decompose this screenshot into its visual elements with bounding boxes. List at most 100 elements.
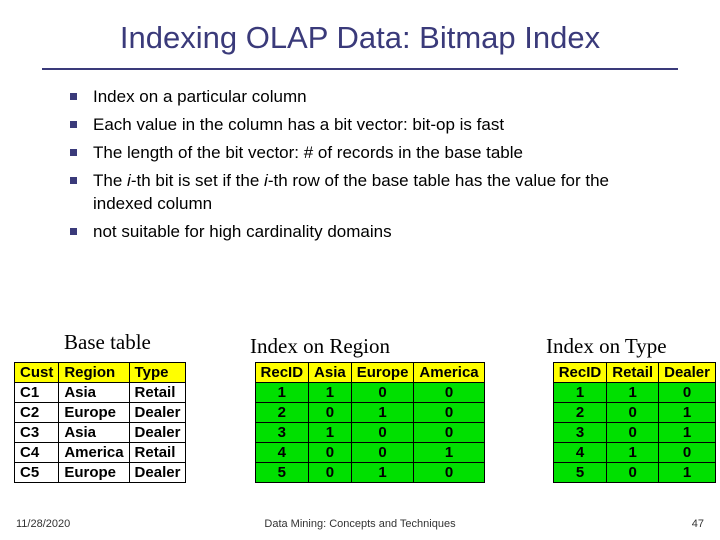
cell: C1 — [15, 383, 59, 403]
col-type: Type — [129, 363, 186, 383]
label-base-table: Base table — [64, 330, 151, 355]
cell: 1 — [351, 463, 414, 483]
cell: 1 — [255, 383, 309, 403]
col-asia: Asia — [309, 363, 352, 383]
cell: 4 — [553, 443, 607, 463]
table-row: 5 0 1 0 — [255, 463, 484, 483]
text-frag: The — [93, 171, 127, 190]
slide: Indexing OLAP Data: Bitmap Index Index o… — [0, 0, 720, 540]
cell: 3 — [553, 423, 607, 443]
cell: C3 — [15, 423, 59, 443]
bullet-item: not suitable for high cardinality domain… — [70, 221, 672, 244]
bullet-text: The length of the bit vector: # of recor… — [93, 142, 672, 165]
cell: 0 — [659, 383, 716, 403]
cell: 1 — [553, 383, 607, 403]
slide-title: Indexing OLAP Data: Bitmap Index — [0, 0, 720, 64]
footer-page: 47 — [692, 518, 704, 530]
table-header-row: RecID Retail Dealer — [553, 363, 715, 383]
bullet-icon — [70, 121, 77, 128]
bullet-text: not suitable for high cardinality domain… — [93, 221, 672, 244]
cell: 0 — [351, 383, 414, 403]
cell: 0 — [659, 443, 716, 463]
table-row: C5 Europe Dealer — [15, 463, 186, 483]
cell: Retail — [129, 383, 186, 403]
cell: Retail — [129, 443, 186, 463]
bullet-icon — [70, 93, 77, 100]
cell: 0 — [414, 463, 484, 483]
table-row: 4 0 0 1 — [255, 443, 484, 463]
cell: America — [59, 443, 129, 463]
cell: 1 — [607, 383, 659, 403]
cell: 0 — [414, 383, 484, 403]
cell: 1 — [659, 423, 716, 443]
cell: 0 — [351, 423, 414, 443]
bullet-item: Each value in the column has a bit vecto… — [70, 114, 672, 137]
bullet-item: The i-th bit is set if the i-th row of t… — [70, 170, 672, 216]
table-row: 1 1 0 0 — [255, 383, 484, 403]
cell: 2 — [553, 403, 607, 423]
bullet-icon — [70, 177, 77, 184]
col-dealer: Dealer — [659, 363, 716, 383]
label-index-region: Index on Region — [250, 334, 390, 359]
cell: 0 — [607, 463, 659, 483]
col-america: America — [414, 363, 484, 383]
cell: 1 — [607, 443, 659, 463]
table-header-row: Cust Region Type — [15, 363, 186, 383]
table-row: C1 Asia Retail — [15, 383, 186, 403]
table-row: 3 1 0 0 — [255, 423, 484, 443]
cell: 1 — [659, 403, 716, 423]
bullet-text: Index on a particular column — [93, 86, 672, 109]
title-rule — [42, 68, 678, 70]
col-region: Region — [59, 363, 129, 383]
table-row: C3 Asia Dealer — [15, 423, 186, 443]
cell: 5 — [255, 463, 309, 483]
bullet-icon — [70, 228, 77, 235]
table-header-row: RecID Asia Europe America — [255, 363, 484, 383]
cell: 1 — [659, 463, 716, 483]
bullet-text: Each value in the column has a bit vecto… — [93, 114, 672, 137]
cell: Dealer — [129, 463, 186, 483]
cell: 2 — [255, 403, 309, 423]
cell: C4 — [15, 443, 59, 463]
col-recid: RecID — [553, 363, 607, 383]
cell: Dealer — [129, 403, 186, 423]
cell: Asia — [59, 383, 129, 403]
bullet-item: The length of the bit vector: # of recor… — [70, 142, 672, 165]
table-row: 1 1 0 — [553, 383, 715, 403]
text-frag: -th bit is set if the — [131, 171, 264, 190]
cell: Europe — [59, 403, 129, 423]
table-row: C2 Europe Dealer — [15, 403, 186, 423]
cell: 0 — [309, 403, 352, 423]
cell: Asia — [59, 423, 129, 443]
label-index-type: Index on Type — [546, 334, 667, 359]
bullet-icon — [70, 149, 77, 156]
cell: 1 — [414, 443, 484, 463]
cell: 0 — [414, 423, 484, 443]
cell: 0 — [309, 463, 352, 483]
cell: C2 — [15, 403, 59, 423]
cell: 0 — [414, 403, 484, 423]
cell: 0 — [607, 423, 659, 443]
col-recid: RecID — [255, 363, 309, 383]
cell: 5 — [553, 463, 607, 483]
cell: C5 — [15, 463, 59, 483]
col-europe: Europe — [351, 363, 414, 383]
col-cust: Cust — [15, 363, 59, 383]
type-index-table: RecID Retail Dealer 1 1 0 2 0 1 3 0 1 4 — [553, 362, 716, 483]
cell: 1 — [309, 383, 352, 403]
footer-title: Data Mining: Concepts and Techniques — [0, 518, 720, 530]
tables-row: Cust Region Type C1 Asia Retail C2 Europ… — [14, 362, 716, 483]
col-retail: Retail — [607, 363, 659, 383]
bullet-list: Index on a particular column Each value … — [70, 86, 672, 244]
bullet-item: Index on a particular column — [70, 86, 672, 109]
cell: 0 — [351, 443, 414, 463]
table-row: 2 0 1 — [553, 403, 715, 423]
cell: Dealer — [129, 423, 186, 443]
bullet-text: The i-th bit is set if the i-th row of t… — [93, 170, 672, 216]
region-index-table: RecID Asia Europe America 1 1 0 0 2 0 1 … — [255, 362, 485, 483]
table-row: 5 0 1 — [553, 463, 715, 483]
base-table: Cust Region Type C1 Asia Retail C2 Europ… — [14, 362, 186, 483]
table-row: C4 America Retail — [15, 443, 186, 463]
cell: 0 — [309, 443, 352, 463]
cell: 1 — [351, 403, 414, 423]
